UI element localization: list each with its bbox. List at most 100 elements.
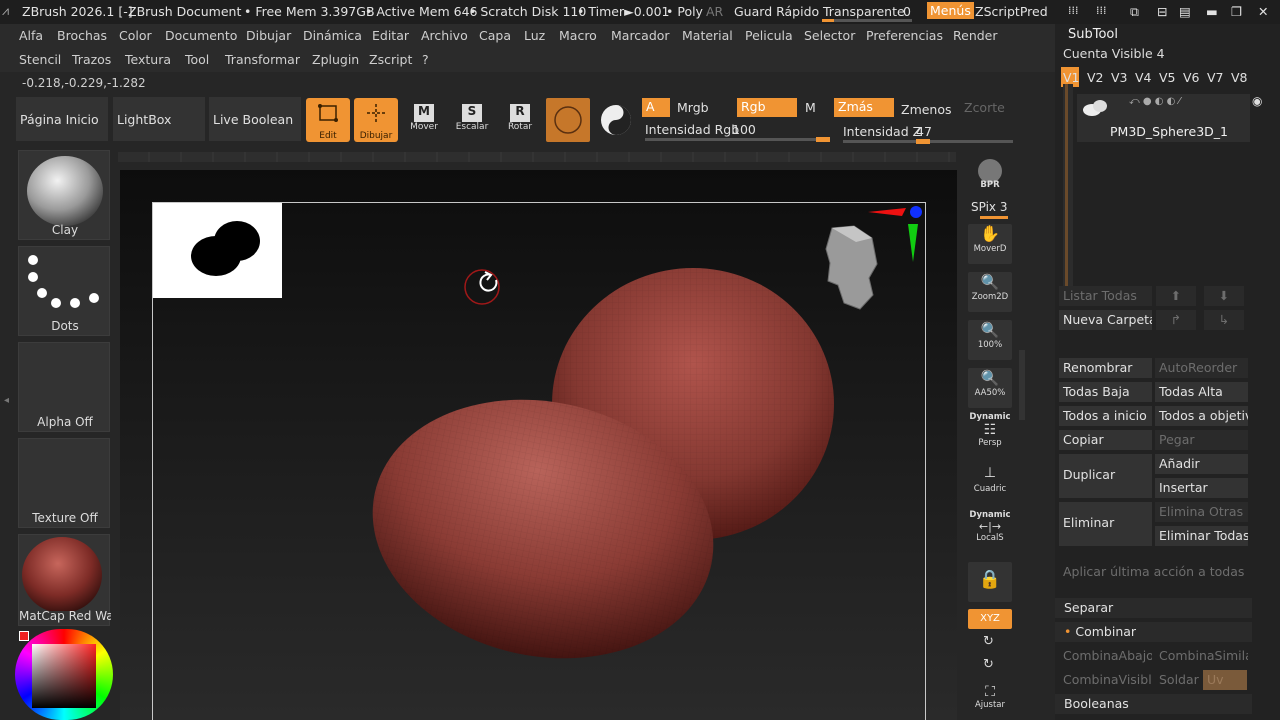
- frame-button[interactable]: ⛶ Ajustar: [968, 684, 1012, 720]
- menu-item[interactable]: Macro: [559, 28, 597, 43]
- all-low-button[interactable]: Todas Baja: [1059, 382, 1152, 402]
- zadd-toggle[interactable]: Zmás: [834, 98, 894, 117]
- spix-slider[interactable]: [980, 216, 1008, 219]
- rename-button[interactable]: Renombrar: [1059, 358, 1152, 378]
- actual-size-button[interactable]: 🔍 100%: [968, 320, 1012, 360]
- rotate-z-icon[interactable]: ↻: [983, 657, 994, 672]
- ar-toggle[interactable]: AR: [706, 4, 723, 19]
- rgb-intensity-slider[interactable]: [645, 137, 830, 142]
- aahalf-button[interactable]: 🔍 AA50%: [968, 368, 1012, 408]
- zsub-toggle[interactable]: Zmenos: [901, 102, 952, 117]
- menu-item[interactable]: Luz: [524, 28, 545, 43]
- menu-item[interactable]: Selector: [804, 28, 855, 43]
- main-color-icon[interactable]: [19, 631, 29, 641]
- menus-button[interactable]: Menús: [927, 2, 974, 19]
- left-collapse-icon[interactable]: ◂: [4, 395, 10, 425]
- menu-item[interactable]: ?: [422, 52, 429, 67]
- insert-button[interactable]: Insertar: [1155, 478, 1248, 498]
- menu-item[interactable]: Brochas: [57, 28, 107, 43]
- subtool-icons[interactable]: ⤺ ● ◐ ◐ ⁄: [1129, 96, 1180, 107]
- weld-button[interactable]: Soldar: [1155, 670, 1201, 690]
- version-v1[interactable]: V1: [1063, 70, 1080, 85]
- tool-strip[interactable]: [118, 152, 956, 162]
- gizmo-head-icon[interactable]: [825, 225, 878, 310]
- arrow-out-icon[interactable]: ↱: [1156, 310, 1196, 330]
- menu-item[interactable]: Stencil: [19, 52, 61, 67]
- version-v4[interactable]: V4: [1135, 70, 1152, 85]
- scale-button[interactable]: S Escalar: [452, 100, 492, 140]
- append-button[interactable]: Añadir: [1155, 454, 1248, 474]
- quick-save-button[interactable]: Guard Rápido: [734, 4, 819, 19]
- uv-button[interactable]: Uv: [1203, 670, 1247, 690]
- layout-icon[interactable]: ⁞⁞⁞: [1068, 4, 1079, 17]
- all-to-start-button[interactable]: Todos a inicio: [1059, 406, 1152, 426]
- menu-item[interactable]: Zplugin: [312, 52, 359, 67]
- alpha-thumbnail[interactable]: Alpha Off: [18, 342, 110, 432]
- slider-knob[interactable]: [916, 139, 931, 144]
- local-symmetry-button[interactable]: Dynamic ←|→ LocalS: [968, 510, 1012, 550]
- eye-icon[interactable]: ◉: [1252, 94, 1262, 108]
- apply-last-action-button[interactable]: Aplicar última acción a todas las h: [1059, 562, 1248, 582]
- right-divider-handle[interactable]: [1019, 350, 1025, 420]
- live-boolean-button[interactable]: Live Boolean: [209, 97, 301, 141]
- duplicate-button[interactable]: Duplicar: [1059, 454, 1152, 498]
- swap-icon[interactable]: ⧉: [1130, 4, 1139, 20]
- bpr-button[interactable]: BPR: [968, 155, 1012, 195]
- menu-item[interactable]: Alfa: [19, 28, 43, 43]
- help-icon[interactable]: ▤: [1179, 4, 1191, 19]
- version-v7[interactable]: V7: [1207, 70, 1224, 85]
- all-to-target-button[interactable]: Todos a objetivo: [1155, 406, 1248, 426]
- paste-button[interactable]: Pegar: [1155, 430, 1248, 450]
- floor-button[interactable]: ⊥ Cuadric: [968, 462, 1012, 502]
- xyz-button[interactable]: XYZ: [968, 609, 1012, 629]
- menu-item[interactable]: Tool: [185, 52, 209, 67]
- persp-button[interactable]: Dynamic ☷ Persp: [968, 412, 1012, 456]
- autoreorder-button[interactable]: AutoReorder: [1155, 358, 1248, 378]
- dock-icon[interactable]: ⊟: [1157, 4, 1167, 19]
- color-picker[interactable]: [15, 629, 113, 720]
- booleans-section[interactable]: Booleanas: [1055, 694, 1252, 714]
- menu-item[interactable]: Render: [953, 28, 998, 43]
- move-up-icon[interactable]: ⬆: [1156, 286, 1196, 306]
- material-swatch-button[interactable]: [546, 98, 590, 142]
- home-page-button[interactable]: Página Inicio: [16, 97, 108, 141]
- zscript-button[interactable]: ZScriptPred: [975, 4, 1048, 19]
- version-v5[interactable]: V5: [1159, 70, 1176, 85]
- menu-item[interactable]: Archivo: [421, 28, 468, 43]
- brush-thumbnail[interactable]: Clay: [18, 150, 110, 240]
- arrow-in-icon[interactable]: ↳: [1204, 310, 1244, 330]
- menu-item[interactable]: Material: [682, 28, 733, 43]
- lock-button[interactable]: 🔒: [968, 562, 1012, 602]
- saturation-square[interactable]: [32, 644, 96, 708]
- spix-control[interactable]: SPix 3: [971, 200, 1008, 214]
- move-button[interactable]: M Mover: [404, 100, 444, 140]
- menu-item[interactable]: Capa: [479, 28, 511, 43]
- version-v3[interactable]: V3: [1111, 70, 1128, 85]
- new-folder-button[interactable]: Nueva Carpeta: [1059, 310, 1152, 330]
- mrgb-toggle[interactable]: Mrgb: [677, 100, 709, 115]
- subtool-scrollbar[interactable]: [1063, 84, 1073, 302]
- subtool-item[interactable]: ⤺ ● ◐ ◐ ⁄ PM3D_Sphere3D_1: [1077, 94, 1250, 142]
- merge-section[interactable]: • Combinar: [1055, 622, 1252, 642]
- z-intensity-slider[interactable]: [843, 139, 1013, 144]
- merge-similar-button[interactable]: CombinaSimilar: [1155, 646, 1248, 666]
- menu-item[interactable]: Zscript: [369, 52, 412, 67]
- draw-button[interactable]: Dibujar: [354, 98, 398, 142]
- move-down-icon[interactable]: ⬇: [1204, 286, 1244, 306]
- menu-item[interactable]: Marcador: [611, 28, 670, 43]
- material-thumbnail[interactable]: MatCap Red Wax: [18, 534, 111, 626]
- delete-others-button[interactable]: Elimina Otras: [1155, 502, 1248, 522]
- stroke-thumbnail[interactable]: Dots: [18, 246, 110, 336]
- zcut-toggle[interactable]: Zcorte: [964, 100, 1005, 115]
- texture-thumbnail[interactable]: Texture Off: [18, 438, 110, 528]
- slider-knob[interactable]: [816, 137, 830, 142]
- version-v6[interactable]: V6: [1183, 70, 1200, 85]
- gradient-toggle[interactable]: [596, 100, 636, 140]
- visible-count[interactable]: Cuenta Visible 4: [1063, 46, 1165, 61]
- version-v8[interactable]: V8: [1231, 70, 1248, 85]
- menu-item[interactable]: Pelicula: [745, 28, 793, 43]
- rgb-toggle[interactable]: Rgb: [737, 98, 797, 117]
- transparent-slider[interactable]: [822, 19, 912, 22]
- merge-down-button[interactable]: CombinaAbajo: [1059, 646, 1152, 666]
- copy-button[interactable]: Copiar: [1059, 430, 1152, 450]
